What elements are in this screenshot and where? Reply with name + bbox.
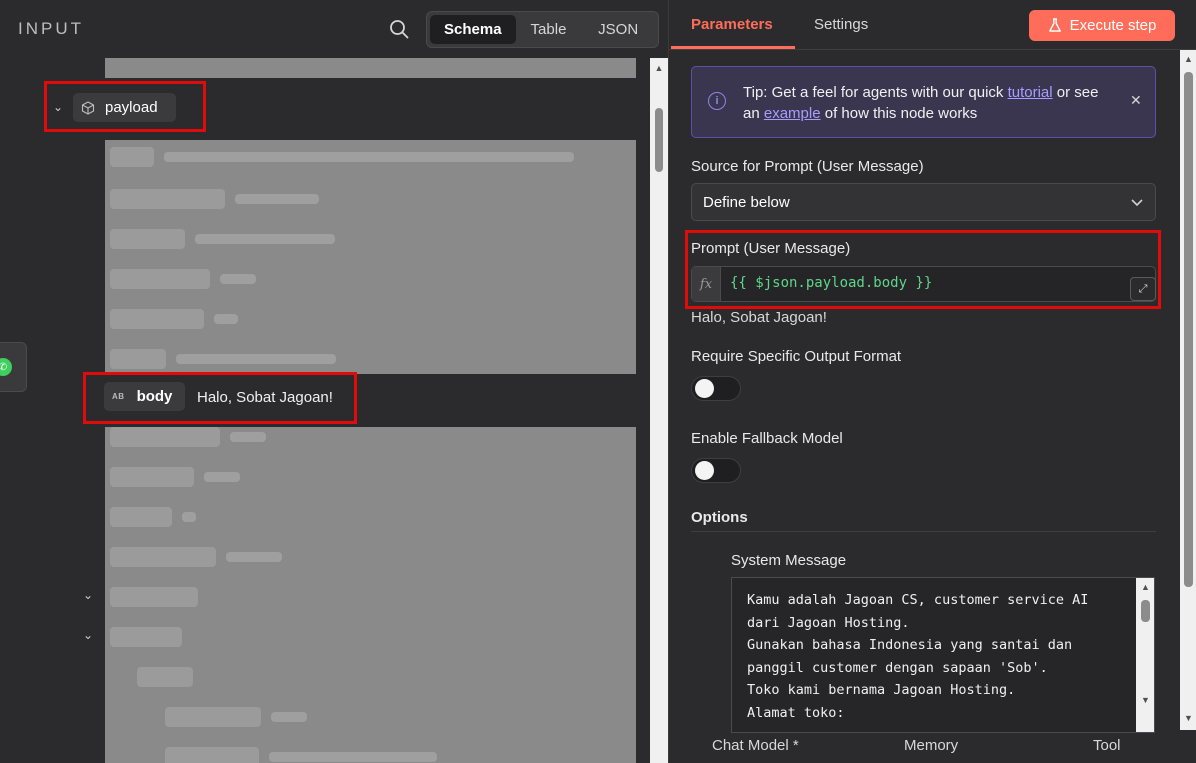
fx-icon: fx [692,267,721,301]
flask-icon [1048,18,1061,32]
system-message-text[interactable]: Kamu adalah Jagoan CS, customer service … [747,589,1127,724]
prompt-preview: Halo, Sobat Jagoan! [691,309,827,326]
app-root: INPUT Schema Table JSON ⌄ payload AB bod… [0,0,1196,763]
source-prompt-value: Define below [703,193,790,211]
chevron-down-icon[interactable]: ⌄ [51,100,65,114]
scroll-down-arrow-icon[interactable]: ▼ [1139,694,1152,706]
tip-text-part: of how this node works [820,105,978,122]
require-output-toggle[interactable] [691,376,741,401]
system-message-label: System Message [731,552,847,569]
fallback-model-label: Enable Fallback Model [691,430,843,447]
scroll-down-arrow-icon[interactable]: ▼ [1182,712,1195,724]
prompt-expression-field[interactable]: fx {{ $json.payload.body }} ⤢ [691,266,1156,302]
blurred-field [105,427,636,763]
options-title: Options [691,509,748,526]
scroll-up-arrow-icon[interactable]: ▲ [652,61,666,75]
search-icon[interactable] [388,18,410,40]
panel-tabs: Parameters Settings Execute step [669,0,1196,50]
execute-step-button[interactable]: Execute step [1029,10,1175,41]
body-label: body [136,388,173,405]
expand-editor-icon[interactable]: ⤢ [1130,277,1156,301]
source-prompt-select[interactable]: Define below [691,183,1156,221]
prompt-label: Prompt (User Message) [691,240,851,257]
view-json-button[interactable]: JSON [581,15,655,44]
payload-label: payload [105,99,158,116]
schema-tree: ⌄ payload AB body Halo, Sobat Jagoan! ⌄ … [0,58,648,763]
example-link[interactable]: example [764,105,821,122]
side-node-tab[interactable]: ✆ [0,342,27,392]
input-scrollbar-thumb[interactable] [655,108,663,172]
input-panel: INPUT Schema Table JSON ⌄ payload AB bod… [0,0,668,763]
tip-text-part: Tip: Get a feel for agents with our quic… [743,84,1008,101]
chat-model-connector[interactable]: Chat Model * [712,737,799,754]
execute-step-label: Execute step [1069,17,1157,34]
chevron-down-icon [1131,199,1143,207]
info-icon: i [708,92,726,110]
toggle-knob [695,461,714,480]
prompt-expression[interactable]: {{ $json.payload.body }} [730,275,932,291]
fallback-model-toggle[interactable] [691,458,741,483]
input-panel-title: INPUT [18,19,84,38]
require-output-label: Require Specific Output Format [691,348,902,365]
system-message-scrollbar[interactable]: ▲ ▼ [1136,578,1154,732]
memory-connector[interactable]: Memory [904,737,958,754]
body-field[interactable]: AB body [104,382,185,411]
text-type-icon: AB [112,392,125,401]
body-field-row: AB body Halo, Sobat Jagoan! [0,374,648,427]
blurred-field [105,58,636,78]
tip-callout: i Tip: Get a feel for agents with our qu… [691,66,1156,138]
whatsapp-icon: ✆ [0,358,12,376]
blurred-field [105,140,636,374]
parameters-scrollbar-thumb[interactable] [1184,72,1193,587]
system-message-scrollbar-thumb[interactable] [1141,600,1150,622]
chevron-down-icon[interactable]: ⌄ [81,628,95,642]
view-schema-button[interactable]: Schema [430,15,516,44]
scroll-up-arrow-icon[interactable]: ▲ [1139,581,1152,593]
scroll-up-arrow-icon[interactable]: ▲ [1182,53,1195,65]
cube-icon [81,100,95,115]
tip-text: Tip: Get a feel for agents with our quic… [743,82,1113,124]
active-tab-indicator [671,46,795,49]
view-table-button[interactable]: Table [516,15,582,44]
tab-settings[interactable]: Settings [814,16,868,33]
divider [691,531,1156,532]
toggle-knob [695,379,714,398]
tutorial-link[interactable]: tutorial [1008,84,1053,101]
view-mode-toggle: Schema Table JSON [426,11,659,48]
body-value: Halo, Sobat Jagoan! [197,389,333,406]
chevron-down-icon[interactable]: ⌄ [81,588,95,602]
system-message-textarea[interactable]: Kamu adalah Jagoan CS, customer service … [731,577,1155,733]
close-icon[interactable]: ✕ [1130,92,1142,109]
tool-connector[interactable]: Tool [1093,737,1121,754]
payload-field[interactable]: payload [73,93,176,122]
parameters-panel: Parameters Settings Execute step i Tip: … [668,0,1196,763]
source-prompt-label: Source for Prompt (User Message) [691,158,924,175]
tab-parameters[interactable]: Parameters [691,16,773,33]
